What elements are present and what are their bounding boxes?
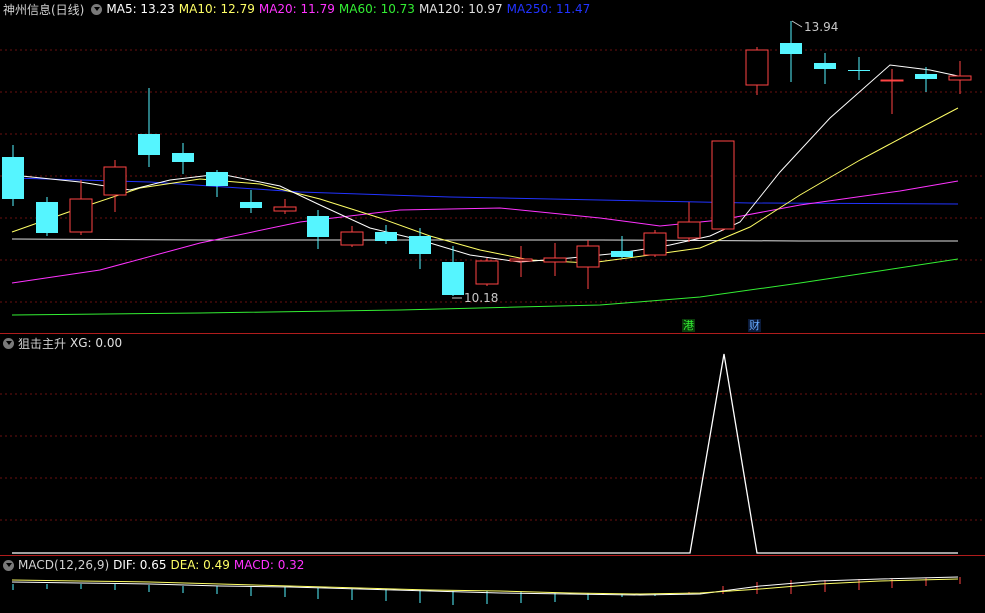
candle xyxy=(643,230,667,257)
candle xyxy=(172,143,194,174)
candle xyxy=(509,246,533,277)
candle xyxy=(36,197,58,236)
low-price-label: 10.18 xyxy=(464,291,498,305)
candle xyxy=(780,21,802,82)
candle xyxy=(576,240,600,289)
candle xyxy=(206,170,228,197)
event-tag-finance[interactable]: 财 xyxy=(748,319,761,332)
high-price-label: 13.94 xyxy=(804,20,838,34)
candle xyxy=(273,199,297,214)
candle xyxy=(240,190,262,213)
candle xyxy=(69,180,93,235)
high-marker: 13.94 xyxy=(791,20,838,34)
candle xyxy=(375,225,397,244)
candle xyxy=(409,228,431,269)
candle xyxy=(442,246,464,296)
candle xyxy=(475,258,499,286)
ma250-line xyxy=(11,177,959,205)
candle xyxy=(677,202,701,242)
ma120-line xyxy=(11,238,958,242)
candle xyxy=(611,236,633,258)
dif-line xyxy=(11,576,959,596)
event-tag-hk[interactable]: 港 xyxy=(682,319,695,332)
candlestick-chart[interactable]: 13.94 10.18 xyxy=(0,0,985,333)
candle xyxy=(711,140,735,231)
candle xyxy=(543,243,567,276)
candle xyxy=(103,160,127,212)
candle xyxy=(138,88,160,167)
candle xyxy=(307,210,329,249)
candle xyxy=(814,53,836,84)
ma5-line xyxy=(11,64,959,263)
indicator-pane[interactable]: 狙击主升 XG: 0.00 xyxy=(0,334,985,555)
macd-pane[interactable]: MACD(12,26,9) DIF: 0.65 DEA: 0.49 MACD: … xyxy=(0,556,985,613)
candle xyxy=(745,47,769,95)
candle xyxy=(880,69,904,114)
indicator-chart[interactable] xyxy=(0,334,985,555)
candle xyxy=(2,145,24,206)
candle xyxy=(340,226,364,247)
price-pane[interactable]: 神州信息(日线) MA5: 13.23 MA10: 12.79 MA20: 11… xyxy=(0,0,985,333)
candle xyxy=(848,57,870,80)
candle xyxy=(948,61,972,94)
xg-signal-line xyxy=(12,353,958,554)
macd-chart[interactable] xyxy=(0,556,985,613)
